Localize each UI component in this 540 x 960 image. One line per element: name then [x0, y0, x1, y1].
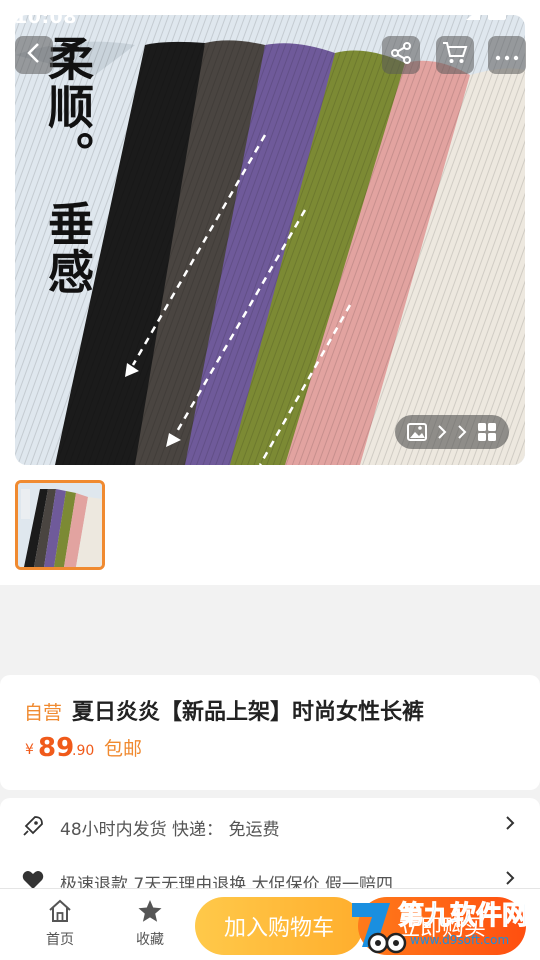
tab-favorite-label: 收藏 — [136, 932, 164, 948]
buy-now-button[interactable]: 立即购买 — [358, 897, 526, 955]
cart-icon — [442, 41, 468, 69]
add-to-cart-button[interactable]: 加入购物车 — [195, 897, 363, 955]
free-shipping-label: 包邮 — [104, 738, 143, 760]
more-icon — [495, 46, 519, 65]
chevron-right-icon — [504, 813, 516, 837]
gallery-pill[interactable] — [395, 415, 509, 449]
status-time: 10:08 — [14, 6, 77, 28]
shipping-info-text: 48小时内发货 快递： 免运费 — [60, 820, 280, 840]
tab-home[interactable]: 首页 — [30, 899, 90, 949]
image-icon — [407, 423, 428, 441]
star-icon — [137, 900, 163, 927]
grid-icon — [477, 422, 497, 442]
back-button[interactable] — [15, 36, 53, 74]
rocket-icon — [22, 815, 44, 841]
product-title-card: 自营 夏日炎炎【新品上架】时尚女性长裤 ¥ 89 .90 包邮 — [0, 675, 540, 790]
cart-button[interactable] — [436, 36, 474, 74]
chevron-right-icon — [436, 424, 448, 440]
price-symbol: ¥ — [25, 742, 34, 758]
tab-favorite[interactable]: 收藏 — [120, 899, 180, 949]
status-icons — [466, 6, 510, 26]
share-icon — [389, 41, 413, 69]
bottom-action-bar: 首页 收藏 加入购物车 立即购买 — [0, 888, 540, 960]
share-button[interactable] — [382, 36, 420, 74]
shipping-info-row[interactable]: 48小时内发货 快递： 免运费 — [0, 806, 540, 846]
service-info-card: 48小时内发货 快递： 免运费 极速退款 7天无理由退换 大促保价 假一赔四 — [0, 798, 540, 898]
price-decimal: .90 — [72, 743, 95, 759]
chevron-left-icon — [25, 42, 43, 68]
thumbnail-1[interactable] — [15, 480, 105, 570]
product-title: 夏日炎炎【新品上架】时尚女性长裤 — [72, 700, 425, 725]
price-integer: 89 — [38, 733, 75, 763]
hero-text-2: 垂感 — [41, 200, 95, 296]
home-icon — [47, 899, 73, 927]
more-button[interactable] — [488, 36, 526, 74]
self-operated-tag: 自营 — [24, 702, 63, 724]
tab-home-label: 首页 — [46, 932, 74, 948]
product-image[interactable]: 柔顺。 垂感 — [15, 15, 525, 465]
chevron-right-icon — [456, 424, 468, 440]
